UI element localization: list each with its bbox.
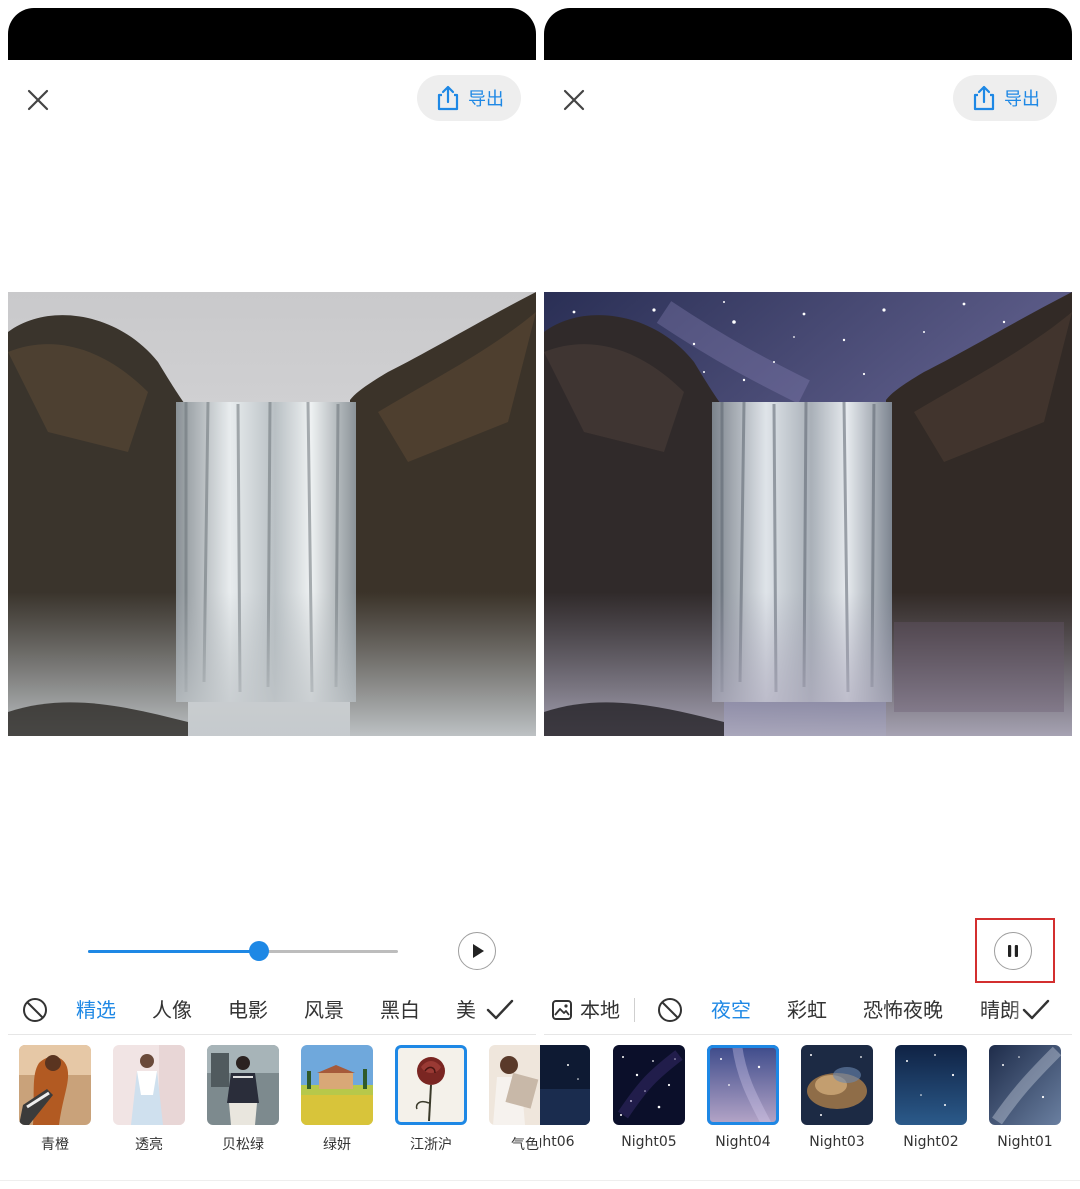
checkmark-icon (1022, 999, 1050, 1020)
sky-item[interactable]: Night05 (613, 1045, 685, 1150)
play-button[interactable] (458, 932, 496, 970)
export-icon (437, 85, 459, 111)
close-button[interactable] (18, 80, 58, 120)
play-icon (473, 944, 484, 958)
filter-editor-panel: 导出 精选 人像 电影 风景 黑白 美 青橙 透亮 贝松绿 绿妍 江浙沪 气色 (0, 0, 540, 1189)
category-divider (634, 998, 635, 1022)
filter-thumbnail (489, 1045, 540, 1125)
filter-category-bar: 精选 人像 电影 风景 黑白 美 (0, 988, 540, 1032)
filter-label: 绿妍 (323, 1137, 351, 1153)
local-button[interactable] (548, 996, 576, 1024)
close-icon (563, 89, 585, 111)
filter-label: 气色 (511, 1137, 539, 1153)
category-tab[interactable]: 精选 (76, 988, 116, 1032)
status-bar (8, 8, 536, 60)
filter-label: 透亮 (135, 1137, 163, 1153)
filter-item[interactable]: 江浙沪 (395, 1045, 467, 1154)
divider (8, 1034, 536, 1035)
close-icon (27, 89, 49, 111)
gallery-icon (552, 1000, 572, 1020)
sky-category-bar: 本地 夜空 彩虹 恐怖夜晚 晴朗 (540, 988, 1080, 1032)
export-icon (973, 85, 995, 111)
category-tab[interactable]: 电影 (228, 988, 268, 1032)
no-filter-button[interactable] (21, 996, 49, 1024)
filter-thumbnail (301, 1045, 373, 1125)
slider-fill (88, 950, 259, 953)
category-tab[interactable]: 黑白 (380, 988, 420, 1032)
bottom-divider (540, 1180, 1080, 1181)
filter-item[interactable]: 透亮 (113, 1045, 185, 1154)
sky-label: Night05 (621, 1134, 677, 1150)
close-button[interactable] (554, 80, 594, 120)
filter-label: 青橙 (41, 1137, 69, 1153)
bottom-divider (0, 1180, 540, 1181)
export-button[interactable]: 导出 (417, 75, 521, 121)
sky-thumbnail (540, 1045, 590, 1125)
sky-thumbnail (613, 1045, 685, 1125)
sky-thumbnail (989, 1045, 1061, 1125)
export-label: 导出 (1004, 89, 1040, 110)
sky-list: ght06 Night05 (540, 1045, 1080, 1157)
no-filter-icon (658, 998, 682, 1022)
category-tab[interactable]: 彩虹 (787, 988, 827, 1032)
confirm-button[interactable] (484, 994, 516, 1026)
no-sky-button[interactable] (656, 996, 684, 1024)
sky-label: Night02 (903, 1134, 959, 1150)
category-tab[interactable]: 夜空 (711, 988, 751, 1032)
filter-label: 江浙沪 (410, 1137, 452, 1153)
category-tab[interactable]: 风景 (304, 988, 344, 1032)
filter-item[interactable]: 青橙 (19, 1045, 91, 1154)
slider-thumb[interactable] (248, 941, 269, 961)
category-tab[interactable]: 恐怖夜晚 (863, 988, 943, 1032)
sky-label: Night04 (715, 1134, 771, 1150)
filter-label: 贝松绿 (222, 1137, 264, 1153)
sky-item[interactable]: Night02 (895, 1045, 967, 1150)
sky-item[interactable]: ght06 (540, 1045, 590, 1150)
sky-label: Night03 (809, 1134, 865, 1150)
sky-thumbnail (895, 1045, 967, 1125)
sky-item[interactable]: Night03 (801, 1045, 873, 1150)
sky-label: ght06 (540, 1134, 575, 1150)
filter-item[interactable]: 贝松绿 (207, 1045, 279, 1154)
status-bar (544, 8, 1072, 60)
sky-replace-panel: 导出 本地 夜空 彩虹 恐怖夜晚 晴朗 ht06 Night05 Night04… (540, 0, 1080, 1189)
sky-label: Night01 (997, 1134, 1053, 1150)
filter-item[interactable]: 气色 (489, 1045, 540, 1154)
intensity-slider[interactable] (88, 938, 398, 966)
divider (544, 1034, 1072, 1035)
filter-item[interactable]: 绿妍 (301, 1045, 373, 1154)
photo-preview (544, 292, 1072, 736)
local-label[interactable]: 本地 (580, 988, 620, 1032)
filter-thumbnail (395, 1045, 467, 1125)
filter-list: 青橙 透亮 贝松绿 绿妍 江浙沪 气色 (0, 1045, 540, 1157)
pause-button[interactable] (994, 932, 1032, 970)
sky-item[interactable]: Night04 (707, 1045, 779, 1150)
filter-thumbnail (19, 1045, 91, 1125)
filter-thumbnail (207, 1045, 279, 1125)
export-button[interactable]: 导出 (953, 75, 1057, 121)
pause-icon (1008, 945, 1018, 957)
checkmark-icon (486, 999, 514, 1020)
export-label: 导出 (468, 89, 504, 110)
sky-item[interactable]: Night01 (989, 1045, 1061, 1150)
photo-preview (8, 292, 536, 736)
no-filter-icon (23, 998, 47, 1022)
filter-thumbnail (113, 1045, 185, 1125)
category-tab[interactable]: 人像 (152, 988, 192, 1032)
sky-thumbnail (707, 1045, 779, 1125)
sky-thumbnail (801, 1045, 873, 1125)
confirm-button[interactable] (1020, 994, 1052, 1026)
